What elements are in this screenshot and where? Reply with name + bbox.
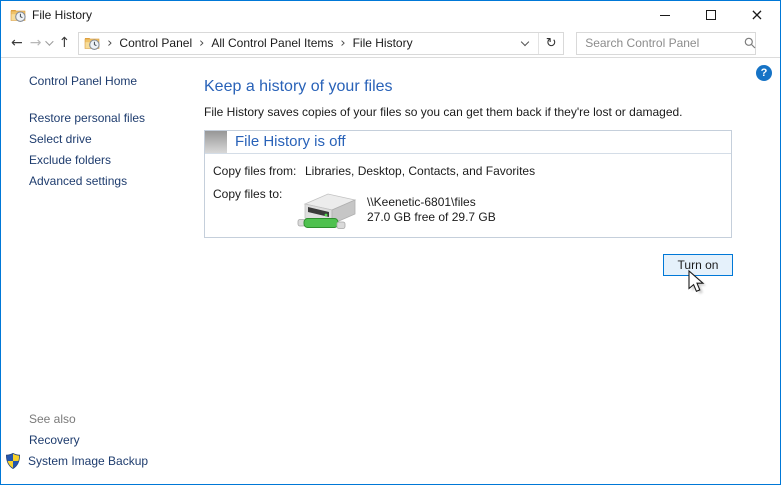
page-title: Keep a history of your files	[204, 78, 393, 96]
target-drive-space: 27.0 GB free of 29.7 GB	[367, 210, 496, 224]
sidebar-item-select-drive[interactable]: Select drive	[29, 129, 145, 150]
sidebar-item-advanced-settings[interactable]: Advanced settings	[29, 171, 145, 192]
file-history-icon	[10, 7, 26, 23]
breadcrumb-control-panel[interactable]: Control Panel	[119, 36, 192, 50]
close-button[interactable]: ×	[734, 1, 780, 29]
address-dropdown-chevron-icon[interactable]	[521, 37, 529, 45]
up-button[interactable]: ↑	[58, 36, 70, 50]
turn-on-button[interactable]: Turn on	[663, 254, 733, 276]
navigation-toolbar: ← → ↑ › Control Panel › All Control Pane…	[1, 29, 780, 58]
recent-locations-chevron-icon[interactable]	[46, 37, 54, 45]
minimize-icon	[660, 15, 670, 16]
uac-shield-icon	[6, 453, 20, 469]
window-title: File History	[32, 8, 92, 22]
forward-button[interactable]: →	[30, 36, 42, 50]
breadcrumb-all-control-panel-items[interactable]: All Control Panel Items	[211, 36, 333, 50]
breadcrumb-file-history[interactable]: File History	[353, 36, 413, 50]
content-area: Control Panel Home Restore personal file…	[1, 58, 780, 484]
file-history-status-panel: File History is off Copy files from: Lib…	[204, 130, 732, 238]
sidebar-item-control-panel-home[interactable]: Control Panel Home	[29, 74, 137, 88]
refresh-button[interactable]: ↻	[539, 36, 563, 51]
breadcrumb-separator: ›	[107, 36, 112, 51]
back-button[interactable]: ←	[11, 36, 23, 50]
search-input[interactable]	[577, 36, 744, 50]
maximize-button[interactable]	[688, 1, 734, 29]
title-bar: File History ×	[1, 1, 780, 29]
page-description: File History saves copies of your files …	[204, 105, 683, 119]
status-panel-header: File History is off	[205, 131, 731, 154]
close-icon: ×	[750, 7, 763, 23]
network-drive-icon	[297, 188, 361, 234]
help-button[interactable]: ?	[756, 65, 772, 81]
target-drive-name: \\Keenetic-6801\files	[367, 195, 476, 209]
system-image-backup-label: System Image Backup	[28, 454, 148, 468]
address-bar[interactable]: › Control Panel › All Control Panel Item…	[78, 32, 564, 55]
see-also-label: See also	[29, 412, 76, 426]
sidebar-item-exclude-folders[interactable]: Exclude folders	[29, 150, 145, 171]
minimize-button[interactable]	[642, 1, 688, 29]
breadcrumb-separator: ›	[340, 36, 345, 51]
address-file-history-icon	[84, 35, 100, 51]
search-icon[interactable]	[744, 37, 756, 49]
maximize-icon	[706, 10, 716, 20]
copy-from-label: Copy files from:	[213, 164, 296, 178]
sidebar-item-system-image-backup[interactable]: System Image Backup	[6, 453, 148, 469]
sidebar-tasks: Restore personal files Select drive Excl…	[29, 108, 145, 192]
breadcrumb-separator: ›	[199, 36, 204, 51]
copy-to-label: Copy files to:	[213, 187, 282, 201]
panel-corner-decoration	[205, 131, 227, 153]
sidebar-item-recovery[interactable]: Recovery	[29, 433, 80, 447]
file-history-window: File History × ← → ↑ › Control Panel › A…	[0, 0, 781, 485]
status-text: File History is off	[235, 133, 346, 150]
sidebar-item-restore-personal-files[interactable]: Restore personal files	[29, 108, 145, 129]
window-controls: ×	[642, 1, 780, 29]
copy-from-value: Libraries, Desktop, Contacts, and Favori…	[305, 164, 535, 178]
search-box	[576, 32, 756, 55]
